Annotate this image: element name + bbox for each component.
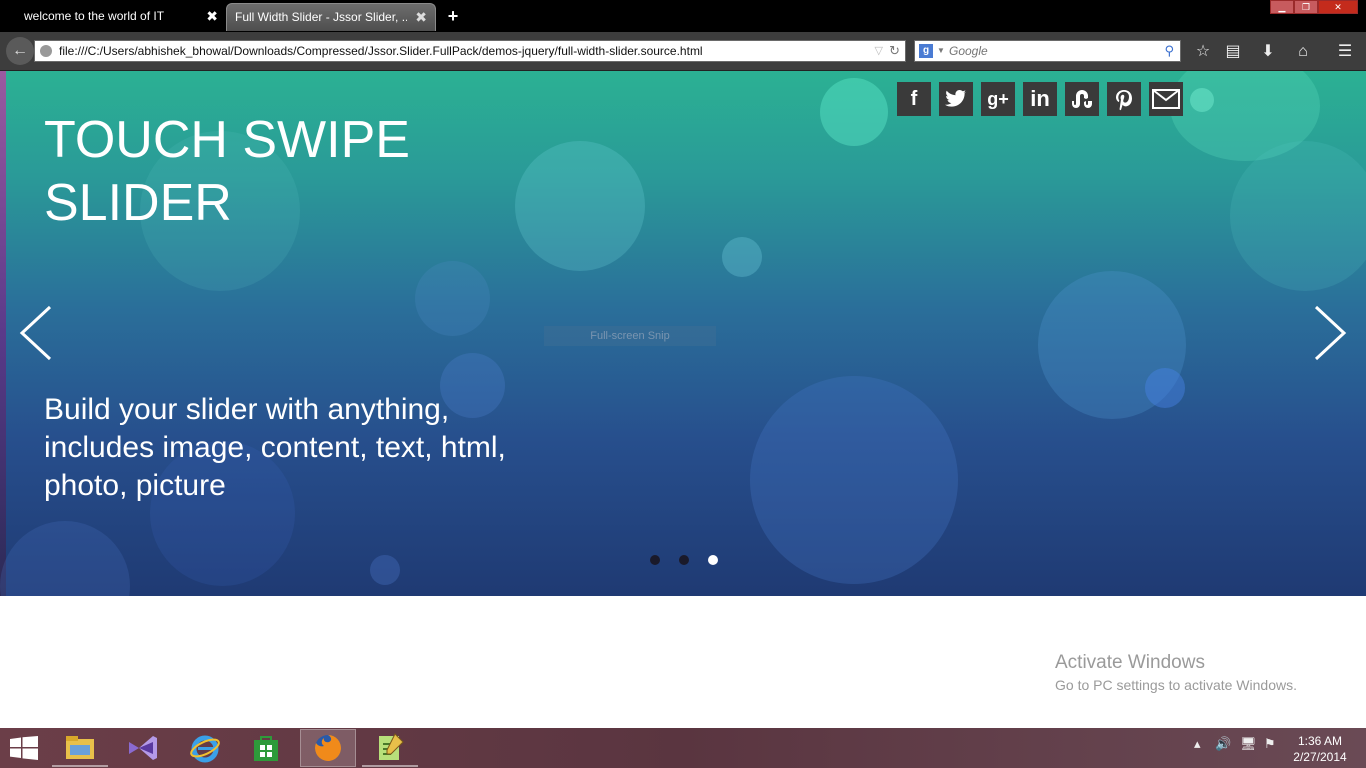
slide-bullets [650, 555, 718, 565]
slide-caption: Build your slider with anything, include… [44, 393, 506, 502]
slide-headline: TOUCH SWIPE SLIDER [44, 111, 410, 232]
linkedin-icon[interactable]: in [1023, 82, 1057, 116]
email-icon[interactable] [1149, 82, 1183, 116]
network-icon[interactable]: 🖥 [1240, 736, 1257, 752]
dropdown-arrow-icon[interactable]: ▽ [875, 41, 883, 61]
pinterest-icon[interactable] [1107, 82, 1141, 116]
chevron-right-icon [1314, 305, 1347, 361]
search-input[interactable] [949, 42, 1149, 60]
full-width-slider[interactable]: TOUCH SWIPE SLIDER Build your slider wit… [0, 71, 1366, 596]
search-box[interactable]: g ▼ ⚲ [914, 40, 1181, 62]
slider-edge [0, 71, 6, 596]
reading-list-icon[interactable]: ▤ [1222, 41, 1244, 63]
back-button[interactable]: ← [6, 37, 34, 65]
bokeh-circle [1230, 141, 1366, 291]
address-bar[interactable]: file:///C:/Users/abhishek_bhowal/Downloa… [34, 40, 906, 62]
visual-studio-icon[interactable] [115, 729, 171, 767]
back-arrow-icon: ← [12, 42, 28, 59]
twitter-icon[interactable] [939, 82, 973, 116]
bookmark-star-icon[interactable]: ☆ [1192, 41, 1214, 63]
google-plus-icon[interactable]: g+ [981, 82, 1015, 116]
tab-strip: welcome to the world of IT ✖ Full Width … [0, 0, 1366, 32]
menu-icon[interactable]: ☰ [1334, 41, 1356, 63]
full-screen-snip-label: Full-screen Snip [544, 326, 716, 346]
file-explorer-icon[interactable] [52, 729, 108, 767]
google-icon[interactable]: g [919, 44, 933, 58]
tab-close-icon[interactable]: ✖ [415, 4, 427, 30]
action-center-flag-icon[interactable]: ⚑ [1264, 736, 1276, 752]
url-text[interactable]: file:///C:/Users/abhishek_bhowal/Downloa… [59, 41, 703, 61]
tab-title: welcome to the world of IT [24, 9, 165, 23]
previous-slide-arrow[interactable] [18, 303, 58, 363]
tab-full-width-slider[interactable]: Full Width Slider - Jssor Slider, ... ✖ [226, 3, 436, 31]
clock-time: 1:36 AM [1297, 734, 1343, 748]
social-share-bar: f g+ in [897, 82, 1183, 116]
bokeh-circle [1190, 88, 1214, 112]
slide-bullet-1[interactable] [650, 555, 660, 565]
new-tab-button[interactable]: + [444, 4, 462, 28]
internet-explorer-icon[interactable] [177, 729, 233, 767]
bokeh-circle [820, 78, 888, 146]
bokeh-circle [0, 521, 130, 596]
activate-windows-subtitle: Go to PC settings to activate Windows. [1055, 677, 1297, 693]
restore-button[interactable]: ❐ [1294, 0, 1318, 14]
reload-icon[interactable]: ↻ [889, 41, 900, 61]
bokeh-circle [415, 261, 490, 336]
globe-icon [40, 45, 52, 57]
bokeh-circle [722, 237, 762, 277]
tab-close-icon[interactable]: ✖ [206, 3, 218, 29]
bokeh-circle [1145, 368, 1185, 408]
slide-bullet-2[interactable] [679, 555, 689, 565]
tab-welcome[interactable]: welcome to the world of IT ✖ [8, 3, 226, 31]
notepad-plus-plus-icon[interactable] [362, 729, 418, 767]
tab-title: Full Width Slider - Jssor Slider, ... [235, 10, 407, 24]
show-hidden-icons-icon[interactable]: ▴ [1194, 736, 1201, 752]
window-close-button[interactable]: ✕ [1318, 0, 1358, 14]
search-icon[interactable]: ⚲ [1164, 41, 1174, 61]
next-slide-arrow[interactable] [1308, 303, 1348, 363]
minimize-button[interactable]: ▁ [1270, 0, 1294, 14]
start-button[interactable] [10, 736, 38, 760]
bokeh-circle [750, 376, 958, 584]
volume-icon[interactable]: 🔊 [1215, 736, 1231, 752]
download-icon[interactable]: ⬇ [1257, 41, 1279, 63]
firefox-icon[interactable] [300, 729, 356, 767]
navigation-bar: ← file:///C:/Users/abhishek_bhowal/Downl… [0, 32, 1366, 71]
store-icon[interactable] [238, 729, 294, 767]
windows-logo-icon [10, 736, 38, 760]
system-clock[interactable]: 1:36 AM 2/27/2014 [1290, 733, 1350, 765]
window-controls: ▁ ❐ ✕ [1270, 0, 1358, 15]
bokeh-circle [515, 141, 645, 271]
clock-date: 2/27/2014 [1293, 750, 1347, 764]
home-icon[interactable]: ⌂ [1292, 41, 1314, 63]
slide-bullet-3[interactable] [708, 555, 718, 565]
search-engine-dropdown-icon[interactable]: ▼ [937, 41, 945, 61]
bokeh-circle [370, 555, 400, 585]
facebook-icon[interactable]: f [897, 82, 931, 116]
taskbar: ▴ 🔊 🖥 ⚑ 1:36 AM 2/27/2014 [0, 728, 1366, 768]
stumbleupon-icon[interactable] [1065, 82, 1099, 116]
chevron-left-icon [19, 305, 52, 361]
activate-windows-title: Activate Windows [1055, 652, 1205, 673]
